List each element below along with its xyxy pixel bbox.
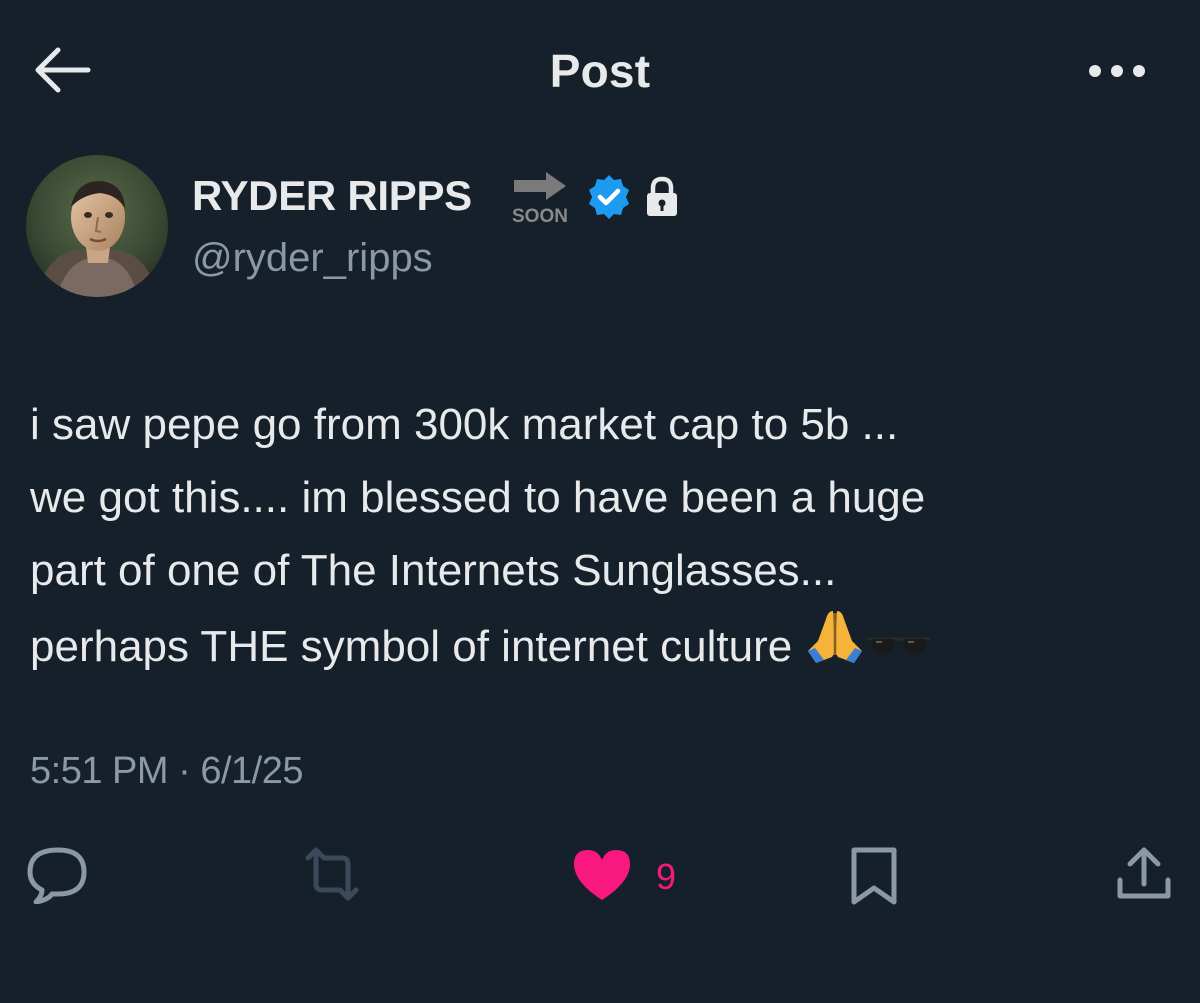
- heart-icon: [574, 850, 630, 900]
- like-count: 9: [656, 856, 677, 897]
- lock-icon: [643, 176, 681, 218]
- verified-badge-icon: [585, 173, 633, 221]
- avatar-image: [26, 155, 168, 297]
- sunglasses-emoji: [866, 614, 932, 687]
- soon-badge-text: SOON: [512, 206, 568, 226]
- top-bar: Post: [0, 0, 1200, 140]
- like-button[interactable]: 9: [570, 846, 700, 906]
- bookmark-icon: [851, 847, 897, 905]
- reply-button[interactable]: [22, 844, 94, 905]
- author-handle[interactable]: @ryder_ripps: [192, 236, 433, 281]
- author-display-name[interactable]: RYDER RIPPS: [192, 172, 472, 220]
- repost-button[interactable]: [296, 844, 368, 904]
- sunglasses-icon: [868, 637, 931, 655]
- post-text: i saw pepe go from 300k market cap to 5b…: [30, 388, 1170, 687]
- post-detail-page: Post RYDER RIPPS SOON @ryder_ripps i saw…: [0, 0, 1200, 1003]
- more-options-button[interactable]: [1086, 58, 1148, 84]
- folded-hands-emoji: [804, 607, 866, 687]
- post-timestamp[interactable]: 5:51 PM · 6/1/25: [30, 750, 303, 793]
- post-time: 5:51 PM: [30, 750, 169, 792]
- share-icon: [1117, 847, 1171, 899]
- arrow-soon-icon: SOON: [508, 168, 576, 227]
- page-title: Post: [549, 45, 651, 97]
- folded-hands-icon: [808, 611, 863, 663]
- repost-icon: [305, 847, 359, 901]
- timestamp-separator: ·: [178, 750, 191, 792]
- share-button[interactable]: [1112, 844, 1176, 904]
- reply-icon: [27, 847, 87, 905]
- more-horizontal-icon: [1089, 65, 1145, 77]
- post-text-body: i saw pepe go from 300k market cap to 5b…: [30, 400, 926, 671]
- avatar[interactable]: [26, 155, 168, 297]
- post-date: 6/1/25: [200, 750, 303, 792]
- bookmark-button[interactable]: [846, 844, 902, 908]
